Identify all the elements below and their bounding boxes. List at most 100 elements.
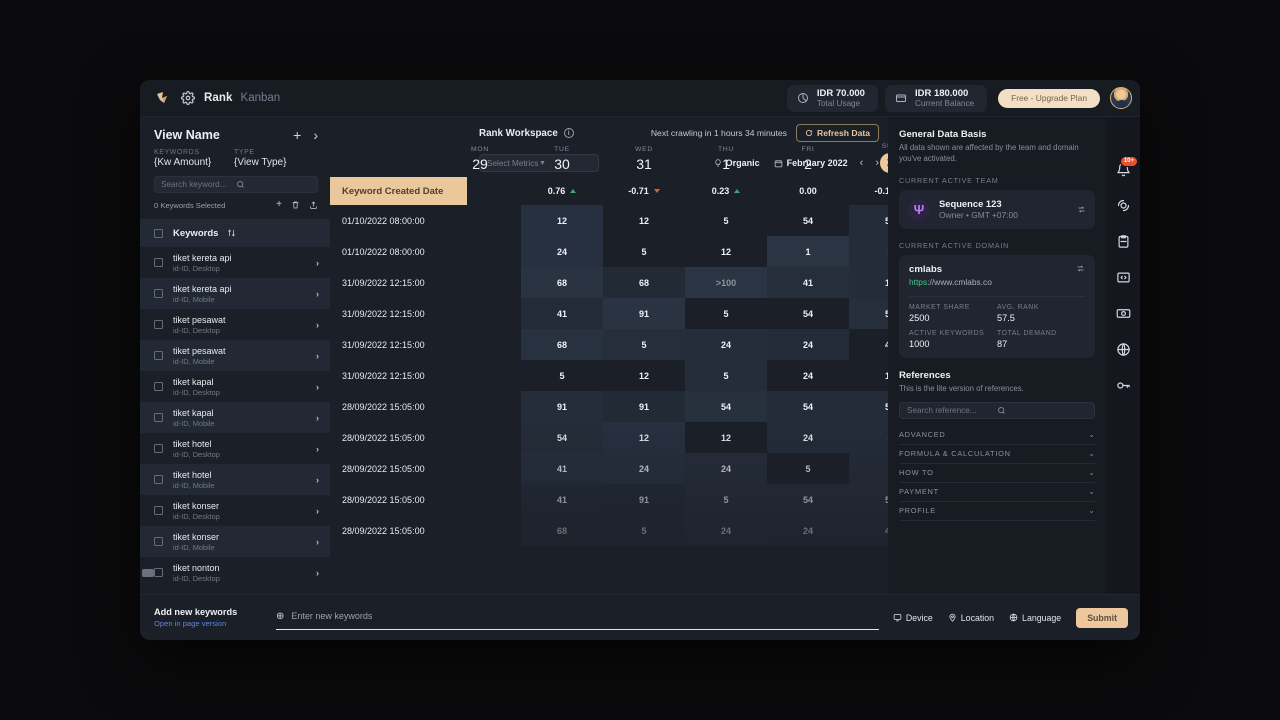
row-checkbox[interactable] xyxy=(154,444,163,453)
sort-icon[interactable] xyxy=(227,228,236,238)
rank-cell[interactable]: 5 xyxy=(685,298,767,329)
table-row[interactable]: tiket konser id-ID, Mobile › xyxy=(140,526,330,557)
row-checkbox[interactable] xyxy=(154,568,163,577)
rank-cell[interactable]: 54 xyxy=(849,484,888,515)
rank-cell[interactable]: 12 xyxy=(603,205,685,236)
reference-accordion[interactable]: PAYMENT ⌄ xyxy=(899,483,1095,502)
select-all-checkbox[interactable] xyxy=(154,228,163,238)
chevron-right-icon[interactable]: › xyxy=(316,258,319,268)
upgrade-plan-button[interactable]: Free - Upgrade Plan xyxy=(998,88,1100,108)
rank-cell[interactable]: 12 xyxy=(849,267,888,298)
keyword-list[interactable]: tiket kereta api id-ID, Desktop › tiket ker… xyxy=(140,247,330,594)
active-domain-card[interactable]: cmlabs https://www.cmlabs.co MARKET SHAR… xyxy=(899,255,1095,358)
chevron-right-icon[interactable]: › xyxy=(316,289,319,299)
table-row[interactable]: tiket kereta api id-ID, Desktop › xyxy=(140,247,330,278)
rank-cell[interactable]: 24 xyxy=(767,360,849,391)
day-header[interactable]: TUE 30 xyxy=(521,117,603,177)
rank-cell[interactable]: 91 xyxy=(603,484,685,515)
rank-cell[interactable]: 68 xyxy=(521,329,603,360)
export-icon[interactable] xyxy=(309,200,318,210)
rank-cell[interactable]: 5 xyxy=(685,484,767,515)
reference-accordion[interactable]: PROFILE ⌄ xyxy=(899,502,1095,521)
rank-cell[interactable]: 54 xyxy=(521,422,603,453)
table-row[interactable]: tiket hotel id-ID, Desktop › xyxy=(140,433,330,464)
key-icon[interactable] xyxy=(1115,377,1131,393)
rank-cell[interactable]: 5 xyxy=(603,515,685,546)
clipboard-icon[interactable] xyxy=(1115,233,1131,249)
row-checkbox[interactable] xyxy=(154,382,163,391)
rank-cell[interactable]: 12 xyxy=(521,205,603,236)
table-row[interactable]: tiket nonton id-ID, Desktop › xyxy=(140,557,330,588)
open-in-page-version-link[interactable]: Open in page version xyxy=(154,618,262,629)
chevron-right-icon[interactable]: › xyxy=(316,444,319,454)
row-checkbox[interactable] xyxy=(154,320,163,329)
reference-accordion[interactable]: ADVANCED ⌄ xyxy=(899,426,1095,445)
rank-cell[interactable]: 68 xyxy=(603,267,685,298)
new-keyword-field[interactable]: ⊕ xyxy=(276,606,879,630)
table-row[interactable]: tiket pesawat id-ID, Mobile › xyxy=(140,340,330,371)
row-checkbox[interactable] xyxy=(154,351,163,360)
plus-icon[interactable]: + xyxy=(293,128,301,142)
table-row[interactable]: tiket hotel id-ID, Mobile › xyxy=(140,464,330,495)
rank-cell[interactable]: 24 xyxy=(767,422,849,453)
rank-cell[interactable]: 5 xyxy=(603,236,685,267)
row-checkbox[interactable] xyxy=(154,258,163,267)
trash-icon[interactable] xyxy=(291,200,300,210)
swap-icon[interactable] xyxy=(1076,264,1085,273)
brand-subtitle[interactable]: Kanban xyxy=(241,92,281,104)
sync-icon[interactable] xyxy=(1115,197,1131,213)
chevron-right-icon[interactable]: › xyxy=(316,537,319,547)
rank-cell[interactable]: 12 xyxy=(685,422,767,453)
search-reference-input[interactable]: Search reference... xyxy=(899,401,1095,419)
table-row[interactable]: tiket kapal id-ID, Mobile › xyxy=(140,402,330,433)
row-checkbox[interactable] xyxy=(154,537,163,546)
drag-handle[interactable] xyxy=(142,568,154,577)
globe-icon[interactable] xyxy=(1115,341,1131,357)
rank-cell[interactable]: 24 xyxy=(685,329,767,360)
rank-cell[interactable]: 54 xyxy=(849,298,888,329)
avatar[interactable] xyxy=(1110,87,1132,109)
rank-cell[interactable]: 68 xyxy=(521,515,603,546)
swap-icon[interactable] xyxy=(1077,205,1086,214)
device-option[interactable]: Device xyxy=(893,613,933,623)
rank-cell[interactable]: 12 xyxy=(685,236,767,267)
row-checkbox[interactable] xyxy=(154,289,163,298)
active-team-card[interactable]: Ψ Sequence 123 Owner • GMT +07:00 xyxy=(899,190,1095,229)
rank-cell[interactable]: 5 xyxy=(685,360,767,391)
rank-cell[interactable]: 1 xyxy=(767,236,849,267)
stat-total-usage[interactable]: IDR 70.000 Total Usage xyxy=(786,84,878,112)
day-header[interactable]: WED 31 xyxy=(603,117,685,177)
rank-cell[interactable]: 41 xyxy=(767,267,849,298)
plus-circle-icon[interactable]: ⊕ xyxy=(276,611,284,622)
rank-cell[interactable]: 12 xyxy=(849,360,888,391)
rank-cell[interactable]: 24 xyxy=(685,515,767,546)
location-option[interactable]: Location xyxy=(948,613,994,623)
rank-cell[interactable]: 24 xyxy=(685,453,767,484)
created-date-header[interactable]: Keyword Created Date xyxy=(330,177,467,205)
rank-cell[interactable]: 24 xyxy=(767,329,849,360)
rank-cell[interactable]: 5 xyxy=(849,453,888,484)
plus-icon[interactable]: + xyxy=(276,200,282,210)
chevron-right-icon[interactable]: › xyxy=(316,413,319,423)
rank-cell[interactable]: 41 xyxy=(521,453,603,484)
rank-cell[interactable]: 54 xyxy=(767,205,849,236)
rank-cell[interactable]: 5 xyxy=(603,329,685,360)
rank-cell[interactable]: 54 xyxy=(849,205,888,236)
rank-cell[interactable]: 5 xyxy=(767,453,849,484)
rank-cell[interactable]: 5 xyxy=(521,360,603,391)
rank-cell[interactable]: 54 xyxy=(849,391,888,422)
rank-cell[interactable]: 54 xyxy=(767,391,849,422)
rank-cell[interactable]: >100 xyxy=(685,267,767,298)
table-row[interactable]: tiket kereta api id-ID, Mobile › xyxy=(140,278,330,309)
chevron-right-icon[interactable]: › xyxy=(316,351,319,361)
reference-accordion[interactable]: FORMULA & CALCULATION ⌄ xyxy=(899,445,1095,464)
rank-cell[interactable]: 91 xyxy=(603,391,685,422)
money-icon[interactable] xyxy=(1115,305,1131,321)
day-header[interactable]: MON 29 xyxy=(467,117,521,177)
day-header[interactable]: FRI 2 xyxy=(767,117,849,177)
rank-cell[interactable]: 41 xyxy=(521,298,603,329)
rank-cell[interactable]: 12 xyxy=(603,360,685,391)
chevron-right-icon[interactable]: › xyxy=(313,128,318,142)
day-header[interactable]: THU 1 xyxy=(685,117,767,177)
rank-cell[interactable]: 91 xyxy=(603,298,685,329)
